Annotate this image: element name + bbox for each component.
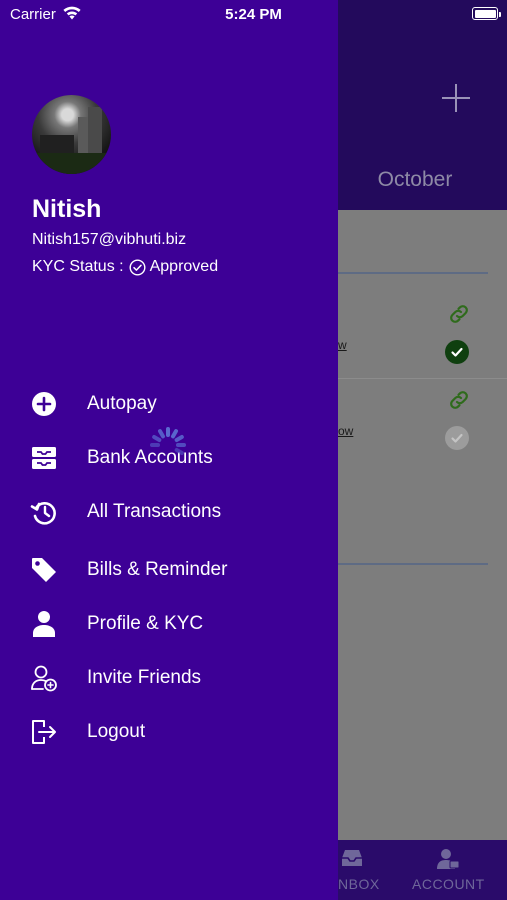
month-label[interactable]: October (340, 168, 490, 192)
person-icon (30, 610, 58, 638)
menu-item-label: Bills & Reminder (87, 559, 228, 580)
side-drawer: Nitish Nitish157@vibhuti.biz KYC Status … (0, 0, 338, 900)
tab-label: NBOX (338, 876, 380, 892)
menu-item-autopay[interactable]: Autopay (0, 382, 338, 426)
menu-item-logout[interactable]: Logout (0, 710, 338, 754)
user-name: Nitish (32, 195, 102, 223)
pending-check-icon (445, 426, 469, 450)
divider (338, 563, 488, 565)
clock: 5:24 PM (225, 6, 282, 23)
menu-item-label: Invite Friends (87, 667, 202, 688)
link-icon[interactable] (447, 302, 471, 326)
avatar[interactable] (32, 95, 111, 174)
add-user-icon (30, 664, 58, 692)
menu-item-label: Logout (87, 721, 146, 742)
kyc-status: KYC Status : Approved (32, 258, 218, 276)
account-icon (437, 849, 460, 869)
kyc-status-label: KYC Status : (32, 258, 124, 275)
add-icon[interactable] (436, 78, 476, 118)
divider (338, 272, 488, 274)
plus-circle-icon (30, 390, 58, 418)
kyc-status-value: Approved (149, 258, 219, 275)
bank-tray-icon (30, 444, 58, 472)
tag-icon (30, 556, 58, 584)
check-circle-icon (129, 258, 146, 276)
user-email: Nitish157@vibhuti.biz (32, 231, 187, 248)
menu-item-label: Profile & KYC (87, 613, 204, 634)
status-bar: Carrier 5:24 PM (0, 0, 507, 28)
logout-icon (30, 718, 58, 746)
approved-check-icon (445, 340, 469, 364)
menu-item-label: All Transactions (87, 501, 222, 522)
menu-item-all-transactions[interactable]: All Transactions (0, 490, 338, 534)
link-icon[interactable] (447, 388, 471, 412)
tab-label: ACCOUNT (412, 876, 485, 892)
menu-item-profile-kyc[interactable]: Profile & KYC (0, 602, 338, 646)
menu-item-invite-friends[interactable]: Invite Friends (0, 656, 338, 700)
inbox-icon (342, 850, 362, 866)
loading-spinner-icon (148, 425, 188, 465)
menu-item-bills-reminder[interactable]: Bills & Reminder (0, 548, 338, 592)
history-icon (30, 498, 58, 526)
row-separator (338, 378, 507, 379)
battery-icon (472, 7, 501, 20)
row-link[interactable]: ow (338, 424, 353, 438)
menu-item-label: Autopay (87, 393, 157, 414)
row-link[interactable]: w (338, 338, 347, 352)
